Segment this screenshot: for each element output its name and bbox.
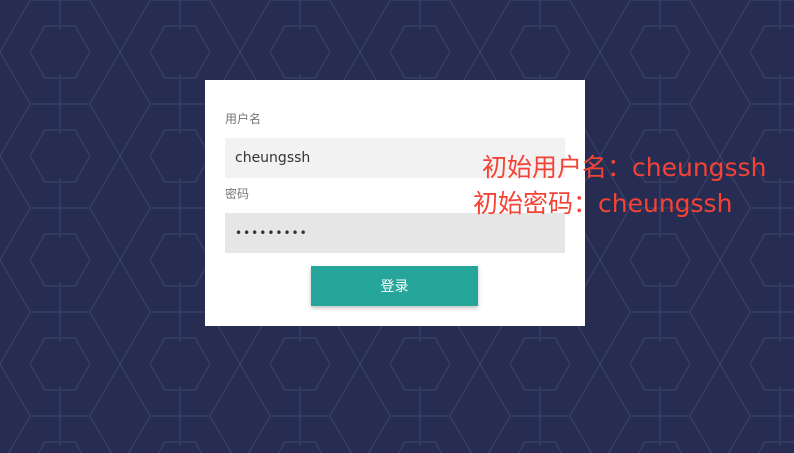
password-input[interactable] bbox=[225, 213, 565, 253]
initial-password-annotation: 初始密码：cheungssh bbox=[473, 189, 733, 218]
initial-username-annotation: 初始用户名：cheungssh bbox=[482, 153, 767, 182]
login-button[interactable]: 登录 bbox=[311, 266, 478, 306]
username-label: 用户名 bbox=[225, 112, 262, 126]
password-label: 密码 bbox=[225, 187, 250, 201]
